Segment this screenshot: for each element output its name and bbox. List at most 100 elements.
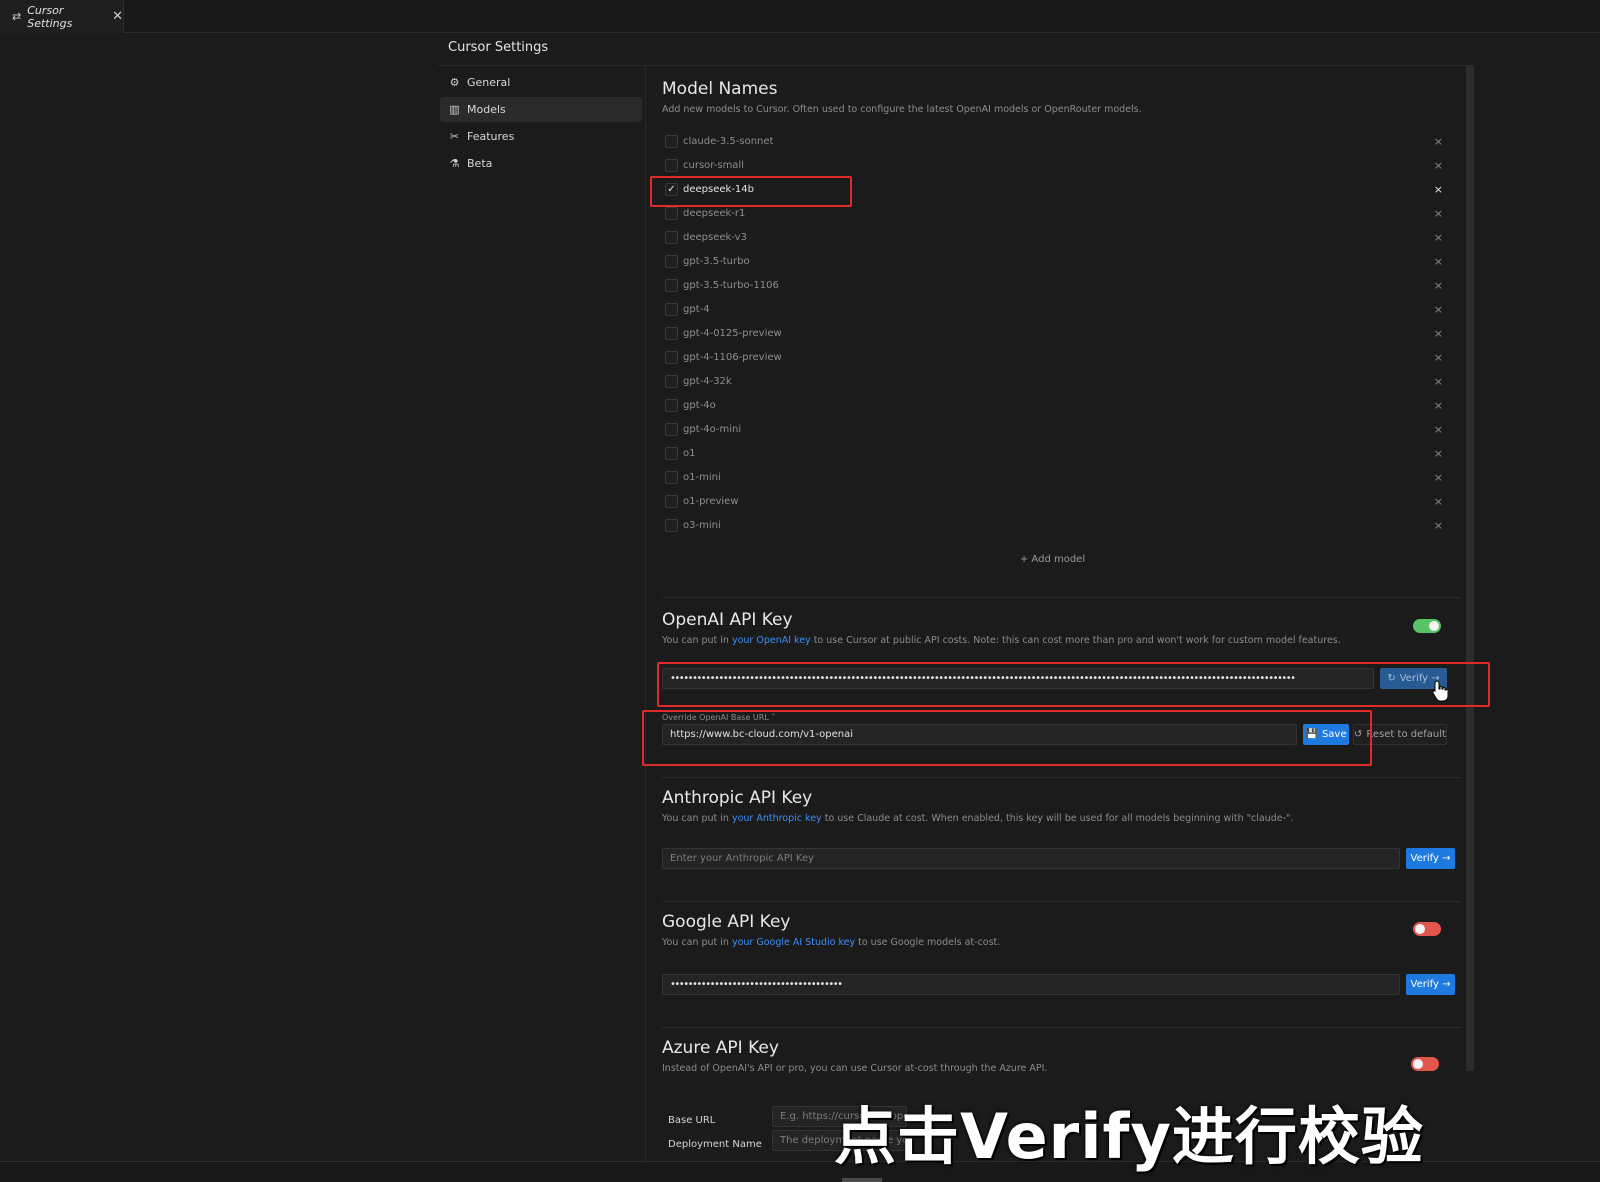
- model-name: gpt-4-1106-preview: [683, 351, 782, 363]
- model-row: o1-preview ×: [662, 489, 1443, 513]
- sidebar-item-features[interactable]: ✂ Features: [440, 124, 642, 149]
- anthropic-title: Anthropic API Key: [662, 788, 813, 808]
- model-name: gpt-4: [683, 303, 710, 315]
- azure-toggle[interactable]: [1411, 1057, 1439, 1071]
- model-checkbox[interactable]: [665, 302, 678, 316]
- model-checkbox[interactable]: [665, 158, 678, 172]
- sidebar-item-general[interactable]: ⚙ General: [440, 70, 642, 95]
- model-checkbox[interactable]: [665, 398, 678, 412]
- close-icon[interactable]: ✕: [112, 9, 123, 24]
- model-row: claude-3.5-sonnet ×: [662, 129, 1443, 153]
- highlight-box-openai-key: [657, 662, 1490, 707]
- model-name: o1-preview: [683, 495, 739, 507]
- model-checkbox[interactable]: [665, 230, 678, 244]
- model-row: cursor-small ×: [662, 153, 1443, 177]
- gear-icon: ⚙: [449, 76, 460, 89]
- section-divider: [662, 777, 1461, 778]
- model-row: deepseek-v3 ×: [662, 225, 1443, 249]
- sidebar-item-beta[interactable]: ⚗ Beta: [440, 151, 642, 176]
- sidebar-item-label: Beta: [467, 157, 493, 170]
- openai-toggle[interactable]: [1413, 619, 1441, 633]
- remove-model-icon[interactable]: ×: [1434, 135, 1443, 148]
- model-name: gpt-3.5-turbo: [683, 255, 750, 267]
- model-checkbox[interactable]: [665, 494, 678, 508]
- sidebar-item-models[interactable]: ▥ Models: [440, 97, 642, 122]
- model-name: o1-mini: [683, 471, 721, 483]
- settings-sidebar: ⚙ General ▥ Models ✂ Features ⚗ Beta: [440, 70, 642, 178]
- model-row: gpt-4-1106-preview ×: [662, 345, 1443, 369]
- bar-chart-icon: ▥: [449, 103, 460, 116]
- google-verify-button[interactable]: Verify →: [1406, 974, 1455, 995]
- remove-model-icon[interactable]: ×: [1434, 231, 1443, 244]
- section-divider: [662, 1027, 1461, 1028]
- remove-model-icon[interactable]: ×: [1434, 471, 1443, 484]
- remove-model-icon[interactable]: ×: [1434, 351, 1443, 364]
- model-checkbox[interactable]: [665, 470, 678, 484]
- hand-pointer-icon: [1432, 680, 1448, 702]
- azure-description: Instead of OpenAI's API or pro, you can …: [662, 1063, 1048, 1074]
- google-toggle[interactable]: [1413, 922, 1441, 936]
- scrollbar[interactable]: [1466, 66, 1474, 1071]
- model-name: gpt-4o: [683, 399, 716, 411]
- model-names-description: Add new models to Cursor. Often used to …: [662, 104, 1142, 115]
- model-checkbox[interactable]: [665, 254, 678, 268]
- remove-model-icon[interactable]: ×: [1434, 447, 1443, 460]
- model-name: gpt-3.5-turbo-1106: [683, 279, 779, 291]
- remove-model-icon[interactable]: ×: [1434, 375, 1443, 388]
- google-title: Google API Key: [662, 912, 791, 932]
- remove-model-icon[interactable]: ×: [1434, 519, 1443, 532]
- model-checkbox[interactable]: [665, 134, 678, 148]
- flask-icon: ⚗: [449, 157, 460, 170]
- model-name: claude-3.5-sonnet: [683, 135, 774, 147]
- remove-model-icon[interactable]: ×: [1434, 399, 1443, 412]
- settings-sliders-icon: ⇄: [12, 10, 22, 23]
- google-key-input[interactable]: •••••••••••••••••••••••••••••••••••••••: [662, 974, 1400, 995]
- model-row: gpt-3.5-turbo ×: [662, 249, 1443, 273]
- anthropic-description: You can put in your Anthropic key to use…: [662, 813, 1294, 824]
- model-name: cursor-small: [683, 159, 744, 171]
- add-model-button[interactable]: + Add model: [662, 554, 1443, 565]
- tab-bar: ⇄ Cursor Settings ✕: [0, 0, 1600, 33]
- section-divider: [662, 901, 1461, 902]
- tab-label: Cursor Settings: [27, 3, 73, 30]
- anthropic-key-input[interactable]: Enter your Anthropic API Key: [662, 848, 1400, 869]
- tab-cursor-settings[interactable]: ⇄ Cursor Settings ✕: [0, 0, 124, 33]
- model-checkbox[interactable]: [665, 350, 678, 364]
- google-description: You can put in your Google AI Studio key…: [662, 937, 1001, 948]
- remove-model-icon[interactable]: ×: [1434, 255, 1443, 268]
- model-checkbox[interactable]: [665, 326, 678, 340]
- remove-model-icon[interactable]: ×: [1434, 207, 1443, 220]
- model-row: gpt-3.5-turbo-1106 ×: [662, 273, 1443, 297]
- remove-model-icon[interactable]: ×: [1434, 303, 1443, 316]
- model-checkbox[interactable]: [665, 446, 678, 460]
- model-row: o1 ×: [662, 441, 1443, 465]
- model-checkbox[interactable]: [665, 422, 678, 436]
- azure-title: Azure API Key: [662, 1038, 779, 1058]
- google-key-link[interactable]: your Google AI Studio key: [732, 937, 855, 948]
- video-caption: 点击Verify进行校验: [834, 1100, 1424, 1173]
- model-checkbox[interactable]: [665, 374, 678, 388]
- remove-model-icon[interactable]: ×: [1434, 159, 1443, 172]
- sidebar-item-label: Models: [467, 103, 506, 116]
- scroll-handle[interactable]: [842, 1178, 882, 1182]
- model-checkbox[interactable]: [665, 278, 678, 292]
- model-row: gpt-4o-mini ×: [662, 417, 1443, 441]
- section-divider: [662, 597, 1461, 598]
- model-row: gpt-4 ×: [662, 297, 1443, 321]
- remove-model-icon[interactable]: ×: [1434, 279, 1443, 292]
- remove-model-icon[interactable]: ×: [1434, 495, 1443, 508]
- model-name: o3-mini: [683, 519, 721, 531]
- remove-model-icon[interactable]: ×: [1434, 423, 1443, 436]
- remove-model-icon[interactable]: ×: [1434, 183, 1443, 196]
- openai-key-link[interactable]: your OpenAI key: [732, 635, 811, 646]
- model-name: gpt-4-0125-preview: [683, 327, 782, 339]
- openai-title: OpenAI API Key: [662, 610, 793, 630]
- model-name: deepseek-r1: [683, 207, 746, 219]
- azure-base-url-label: Base URL: [668, 1115, 716, 1126]
- remove-model-icon[interactable]: ×: [1434, 327, 1443, 340]
- model-checkbox[interactable]: [665, 206, 678, 220]
- anthropic-verify-button[interactable]: Verify →: [1406, 848, 1455, 869]
- model-checkbox[interactable]: [665, 518, 678, 532]
- page-title: Cursor Settings: [448, 40, 549, 55]
- anthropic-key-link[interactable]: your Anthropic key: [732, 813, 822, 824]
